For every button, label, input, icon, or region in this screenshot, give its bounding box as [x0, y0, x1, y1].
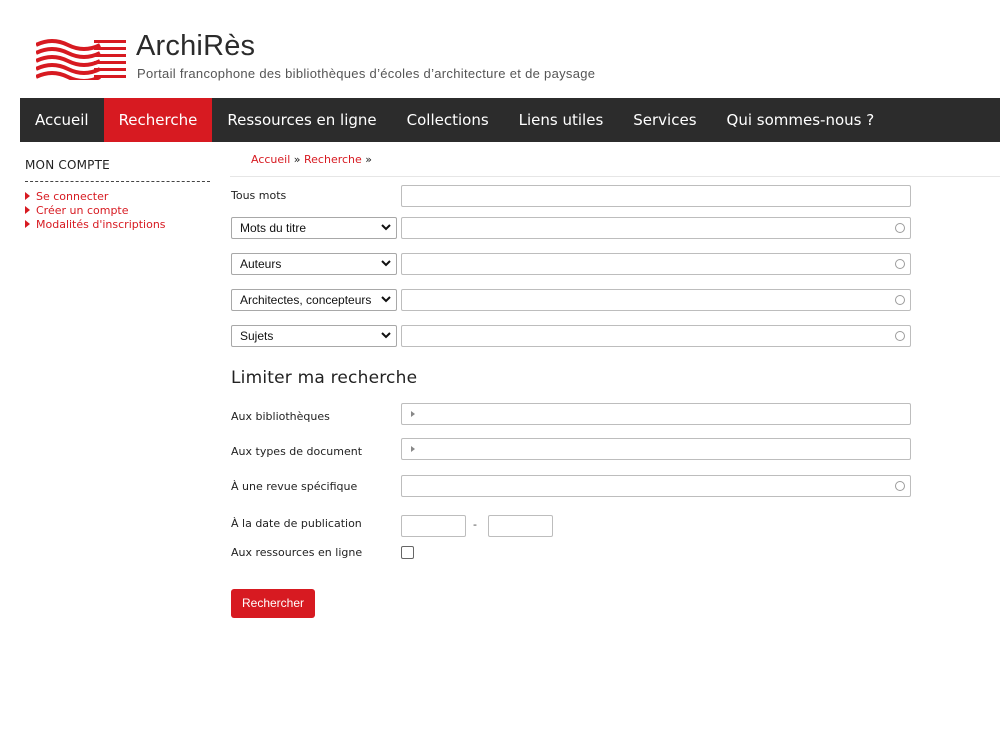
field-select-4[interactable]: Sujets: [231, 325, 397, 347]
site-title[interactable]: ArchiRès: [136, 30, 255, 63]
date-separator: -: [473, 518, 477, 531]
arrow-bullet-icon: [25, 192, 30, 200]
date-label: À la date de publication: [231, 517, 362, 530]
journal-label: À une revue spécifique: [231, 480, 358, 493]
chevron-down-icon: [381, 260, 391, 267]
ring-icon: [895, 331, 905, 341]
field-select-2[interactable]: Auteurs: [231, 253, 397, 275]
online-checkbox[interactable]: [401, 546, 414, 559]
ring-icon: [895, 295, 905, 305]
title-words-input[interactable]: [401, 217, 911, 239]
field-select-value: Sujets: [240, 329, 274, 343]
breadcrumb-separator: »: [290, 153, 305, 166]
sidebar-item-label: Se connecter: [36, 189, 109, 203]
authors-input[interactable]: [401, 253, 911, 275]
breadcrumb-current[interactable]: Recherche: [304, 153, 362, 166]
nav-item-collections[interactable]: Collections: [392, 98, 504, 142]
ring-icon: [895, 259, 905, 269]
ring-icon: [895, 223, 905, 233]
field-select-value: Mots du titre: [240, 221, 307, 235]
date-from-input[interactable]: [401, 515, 466, 537]
sidebar-list: Se connecter Créer un compte Modalités d…: [25, 189, 210, 231]
chevron-down-icon: [381, 224, 391, 231]
search-button[interactable]: Rechercher: [231, 589, 315, 618]
all-words-input[interactable]: [401, 185, 911, 207]
sidebar-item-create-account[interactable]: Créer un compte: [25, 203, 210, 217]
nav-item-recherche[interactable]: Recherche: [103, 98, 213, 142]
account-sidebar: MON COMPTE Se connecter Créer un compte …: [25, 158, 210, 231]
libraries-label: Aux bibliothèques: [231, 410, 330, 423]
field-select-3[interactable]: Architectes, concepteurs: [231, 289, 397, 311]
arrow-bullet-icon: [25, 206, 30, 214]
doc-types-picker[interactable]: [401, 438, 911, 460]
triangle-right-icon: [411, 411, 415, 417]
chevron-down-icon: [381, 296, 391, 303]
breadcrumb: Accueil » Recherche »: [251, 153, 372, 166]
field-select-value: Auteurs: [240, 257, 282, 271]
date-to-input[interactable]: [488, 515, 553, 537]
site-subtitle: Portail francophone des bibliothèques d’…: [137, 66, 596, 81]
triangle-right-icon: [411, 446, 415, 452]
sidebar-item-label: Créer un compte: [36, 203, 129, 217]
subjects-input[interactable]: [401, 325, 911, 347]
nav-item-liens[interactable]: Liens utiles: [504, 98, 619, 142]
all-words-label: Tous mots: [231, 189, 287, 202]
field-select-1[interactable]: Mots du titre: [231, 217, 397, 239]
main-nav: Accueil Recherche Ressources en ligne Co…: [20, 98, 1000, 142]
nav-item-ressources[interactable]: Ressources en ligne: [212, 98, 391, 142]
doc-types-label: Aux types de document: [231, 445, 363, 458]
libraries-picker[interactable]: [401, 403, 911, 425]
online-label: Aux ressources en ligne: [231, 546, 363, 559]
chevron-down-icon: [381, 332, 391, 339]
nav-item-accueil[interactable]: Accueil: [20, 98, 104, 142]
ring-icon: [895, 481, 905, 491]
field-select-value: Architectes, concepteurs: [240, 293, 372, 307]
sidebar-item-label: Modalités d'inscriptions: [36, 217, 166, 231]
breadcrumb-separator: »: [361, 153, 373, 166]
breadcrumb-home[interactable]: Accueil: [251, 153, 290, 166]
journal-input[interactable]: [401, 475, 911, 497]
site-header: ArchiRès Portail francophone des bibliot…: [0, 0, 1000, 98]
sidebar-item-login[interactable]: Se connecter: [25, 189, 210, 203]
arrow-bullet-icon: [25, 220, 30, 228]
nav-item-qui-sommes-nous[interactable]: Qui sommes-nous ?: [712, 98, 890, 142]
divider: [230, 176, 1000, 177]
sidebar-item-registration-terms[interactable]: Modalités d'inscriptions: [25, 217, 210, 231]
sidebar-title: MON COMPTE: [25, 158, 210, 182]
archires-logo-icon[interactable]: [36, 38, 128, 80]
nav-item-services[interactable]: Services: [618, 98, 711, 142]
limits-title: Limiter ma recherche: [231, 368, 418, 388]
architects-input[interactable]: [401, 289, 911, 311]
